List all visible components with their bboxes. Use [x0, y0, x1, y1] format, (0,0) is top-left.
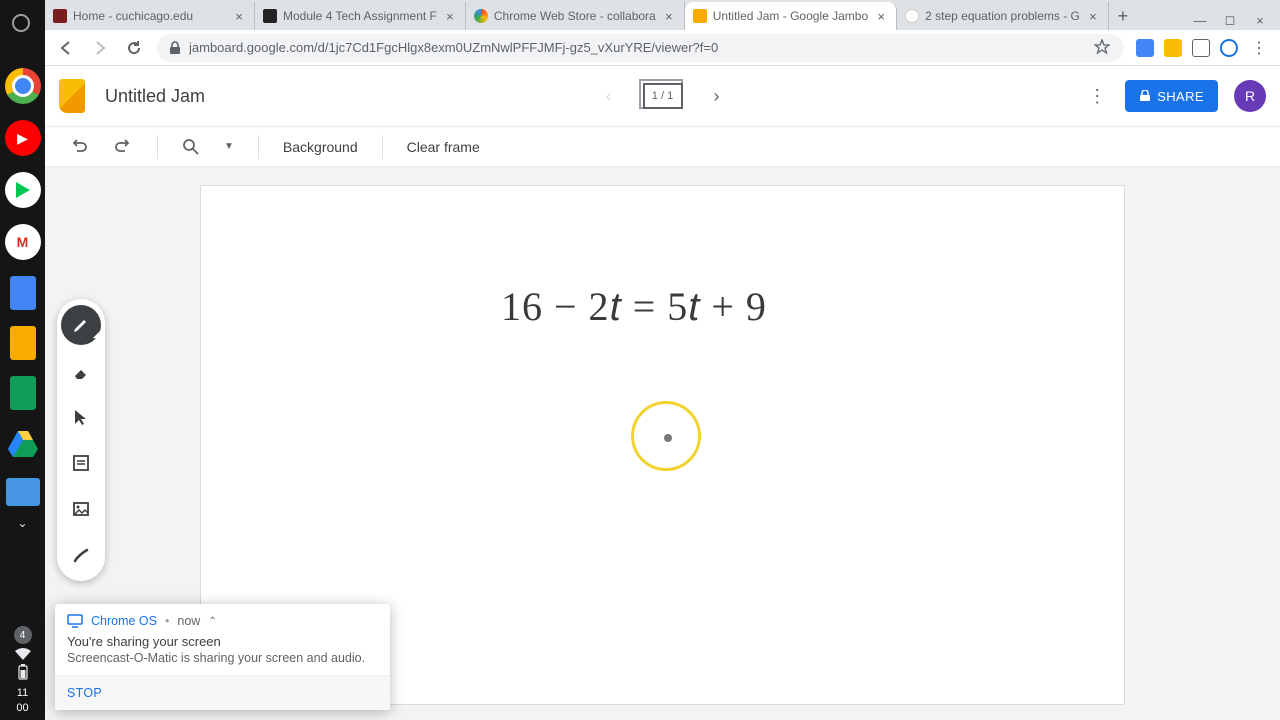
- extension-icon[interactable]: [1164, 39, 1182, 57]
- sheets-icon[interactable]: [10, 376, 36, 410]
- browser-tab[interactable]: Module 4 Tech Assignment F ×: [255, 2, 466, 30]
- toast-source: Chrome OS: [91, 614, 157, 628]
- os-shelf: ▶ M ⌄ 4 11 00: [0, 0, 45, 720]
- frame-navigator: ‹ 1 / 1 ›: [595, 82, 731, 110]
- browser-tab[interactable]: Chrome Web Store - collabora ×: [466, 2, 685, 30]
- close-window-icon[interactable]: ×: [1250, 10, 1270, 30]
- undo-button[interactable]: [69, 137, 89, 157]
- toast-body-text: Screencast-O-Matic is sharing your scree…: [67, 651, 378, 665]
- lock-icon: [1139, 90, 1151, 102]
- bookmark-star-icon[interactable]: [1094, 39, 1112, 57]
- browser-tab[interactable]: 2 step equation problems - G ×: [897, 2, 1109, 30]
- shelf-status-tray[interactable]: 4 11 00: [0, 626, 45, 714]
- notification-badge[interactable]: 4: [14, 626, 32, 644]
- browser-tab-strip: Home - cuchicago.edu × Module 4 Tech Ass…: [45, 0, 1280, 30]
- cursor-dot-icon: [664, 434, 672, 442]
- jamboard-logo-icon[interactable]: [59, 79, 85, 113]
- next-frame-button[interactable]: ›: [703, 82, 731, 110]
- slides-icon[interactable]: [10, 326, 36, 360]
- url-text: jamboard.google.com/d/1jc7Cd1FgcHlgx8exm…: [189, 40, 1086, 55]
- reload-button[interactable]: [123, 37, 145, 59]
- app-toolbar: ▼ Background Clear frame: [45, 127, 1280, 167]
- divider: [258, 135, 259, 159]
- close-icon[interactable]: ×: [874, 9, 888, 23]
- divider: [157, 135, 158, 159]
- more-options-button[interactable]: ⋮: [1085, 84, 1109, 108]
- address-bar[interactable]: jamboard.google.com/d/1jc7Cd1FgcHlgx8exm…: [157, 34, 1124, 62]
- forward-button[interactable]: [89, 37, 111, 59]
- lock-icon: [169, 41, 181, 55]
- browser-toolbar: jamboard.google.com/d/1jc7Cd1FgcHlgx8exm…: [45, 30, 1280, 66]
- sticky-note-tool[interactable]: [61, 443, 101, 483]
- tab-title: 2 step equation problems - G: [925, 9, 1080, 23]
- tab-title: Chrome Web Store - collabora: [494, 9, 656, 23]
- shelf-pinned-apps: ▶ M ⌄: [0, 68, 45, 536]
- browser-tab-active[interactable]: Untitled Jam - Google Jambo ×: [685, 2, 897, 30]
- minimize-icon[interactable]: —: [1190, 10, 1210, 30]
- chrome-icon[interactable]: [5, 68, 41, 104]
- eraser-tool[interactable]: [61, 351, 101, 391]
- back-button[interactable]: [55, 37, 77, 59]
- divider: [382, 135, 383, 159]
- clear-frame-button[interactable]: Clear frame: [407, 139, 480, 155]
- browser-tab[interactable]: Home - cuchicago.edu ×: [45, 2, 255, 30]
- app-header: Untitled Jam ‹ 1 / 1 › ⋮ SHARE R: [45, 66, 1280, 127]
- files-icon[interactable]: [6, 478, 40, 506]
- extension-icon[interactable]: [1136, 39, 1154, 57]
- battery-icon: [18, 664, 28, 680]
- tool-palette: [57, 299, 105, 581]
- youtube-icon[interactable]: ▶: [5, 120, 41, 156]
- pen-tool[interactable]: [61, 305, 101, 345]
- account-avatar[interactable]: R: [1234, 80, 1266, 112]
- wifi-icon: [15, 648, 31, 660]
- window-controls: — ◻ ×: [1190, 10, 1280, 30]
- close-icon[interactable]: ×: [232, 9, 246, 23]
- zoom-dropdown-icon[interactable]: ▼: [224, 141, 234, 152]
- screen-share-toast: Chrome OS • now ⌃ You're sharing your sc…: [55, 604, 390, 710]
- share-button[interactable]: SHARE: [1125, 80, 1218, 112]
- toast-title: You're sharing your screen: [67, 634, 378, 649]
- extension-icon[interactable]: [1220, 39, 1238, 57]
- document-title[interactable]: Untitled Jam: [105, 86, 205, 107]
- separator-dot: •: [165, 614, 169, 628]
- prev-frame-button[interactable]: ‹: [595, 82, 623, 110]
- extensions-area: ⋮: [1136, 37, 1270, 59]
- favicon: [474, 9, 488, 23]
- play-store-icon[interactable]: [5, 172, 41, 208]
- favicon: [905, 9, 919, 23]
- tab-title: Home - cuchicago.edu: [73, 9, 226, 23]
- favicon: [693, 9, 707, 23]
- browser-menu-icon[interactable]: ⋮: [1248, 37, 1270, 59]
- share-label: SHARE: [1157, 89, 1204, 104]
- tab-title: Module 4 Tech Assignment F: [283, 9, 437, 23]
- close-icon[interactable]: ×: [662, 9, 676, 23]
- screen-icon: [67, 614, 83, 628]
- favicon: [53, 9, 67, 23]
- maximize-icon[interactable]: ◻: [1220, 10, 1240, 30]
- gmail-icon[interactable]: M: [5, 224, 41, 260]
- clock-minutes: 00: [16, 703, 28, 714]
- equation-text: 16 − 2t = 5t + 9: [501, 283, 767, 330]
- chevron-up-icon[interactable]: ⌃: [208, 616, 216, 627]
- frame-counter[interactable]: 1 / 1: [643, 83, 683, 109]
- docs-icon[interactable]: [10, 276, 36, 310]
- select-tool[interactable]: [61, 397, 101, 437]
- new-tab-button[interactable]: +: [1109, 2, 1137, 30]
- drive-icon[interactable]: [5, 426, 41, 462]
- clock-hours: 11: [17, 688, 28, 699]
- image-tool[interactable]: [61, 489, 101, 529]
- redo-button[interactable]: [113, 137, 133, 157]
- laser-tool[interactable]: [61, 535, 101, 575]
- tab-title: Untitled Jam - Google Jambo: [713, 9, 868, 23]
- shelf-expand-icon[interactable]: ⌄: [17, 516, 27, 530]
- close-icon[interactable]: ×: [1086, 9, 1100, 23]
- background-button[interactable]: Background: [283, 139, 358, 155]
- toast-time: now: [177, 614, 200, 628]
- extension-icon[interactable]: [1192, 39, 1210, 57]
- launcher-icon[interactable]: [12, 14, 30, 32]
- favicon: [263, 9, 277, 23]
- zoom-button[interactable]: [182, 138, 200, 156]
- stop-button[interactable]: STOP: [67, 686, 102, 700]
- close-icon[interactable]: ×: [443, 9, 457, 23]
